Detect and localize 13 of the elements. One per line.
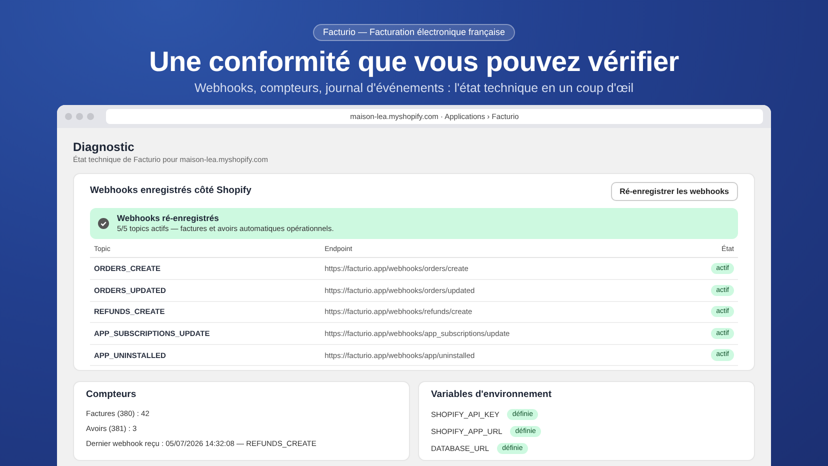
window-dot[interactable]	[76, 113, 83, 120]
card-title: Webhooks enregistrés côté Shopify	[90, 184, 252, 198]
card-title: Variables d'environnement	[431, 388, 553, 402]
window-dot[interactable]	[87, 113, 94, 120]
hero-subtitle: Webhooks, compteurs, journal d'événements : l'état technique en un coup d'œil	[193, 81, 635, 96]
check-icon	[98, 218, 109, 230]
product-badge: Facturio — Facturation électronique française	[312, 24, 516, 41]
re-register-button[interactable]: Ré-enregistrer les webhooks	[610, 182, 738, 202]
hero-title: Une conformité que vous pouvez vérifier	[148, 46, 680, 78]
card-title: Compteurs	[86, 388, 138, 402]
window-dot[interactable]	[65, 113, 72, 120]
page-title: Diagnostic	[73, 140, 136, 155]
alert-title: Webhooks ré-enregistrés	[117, 213, 220, 224]
